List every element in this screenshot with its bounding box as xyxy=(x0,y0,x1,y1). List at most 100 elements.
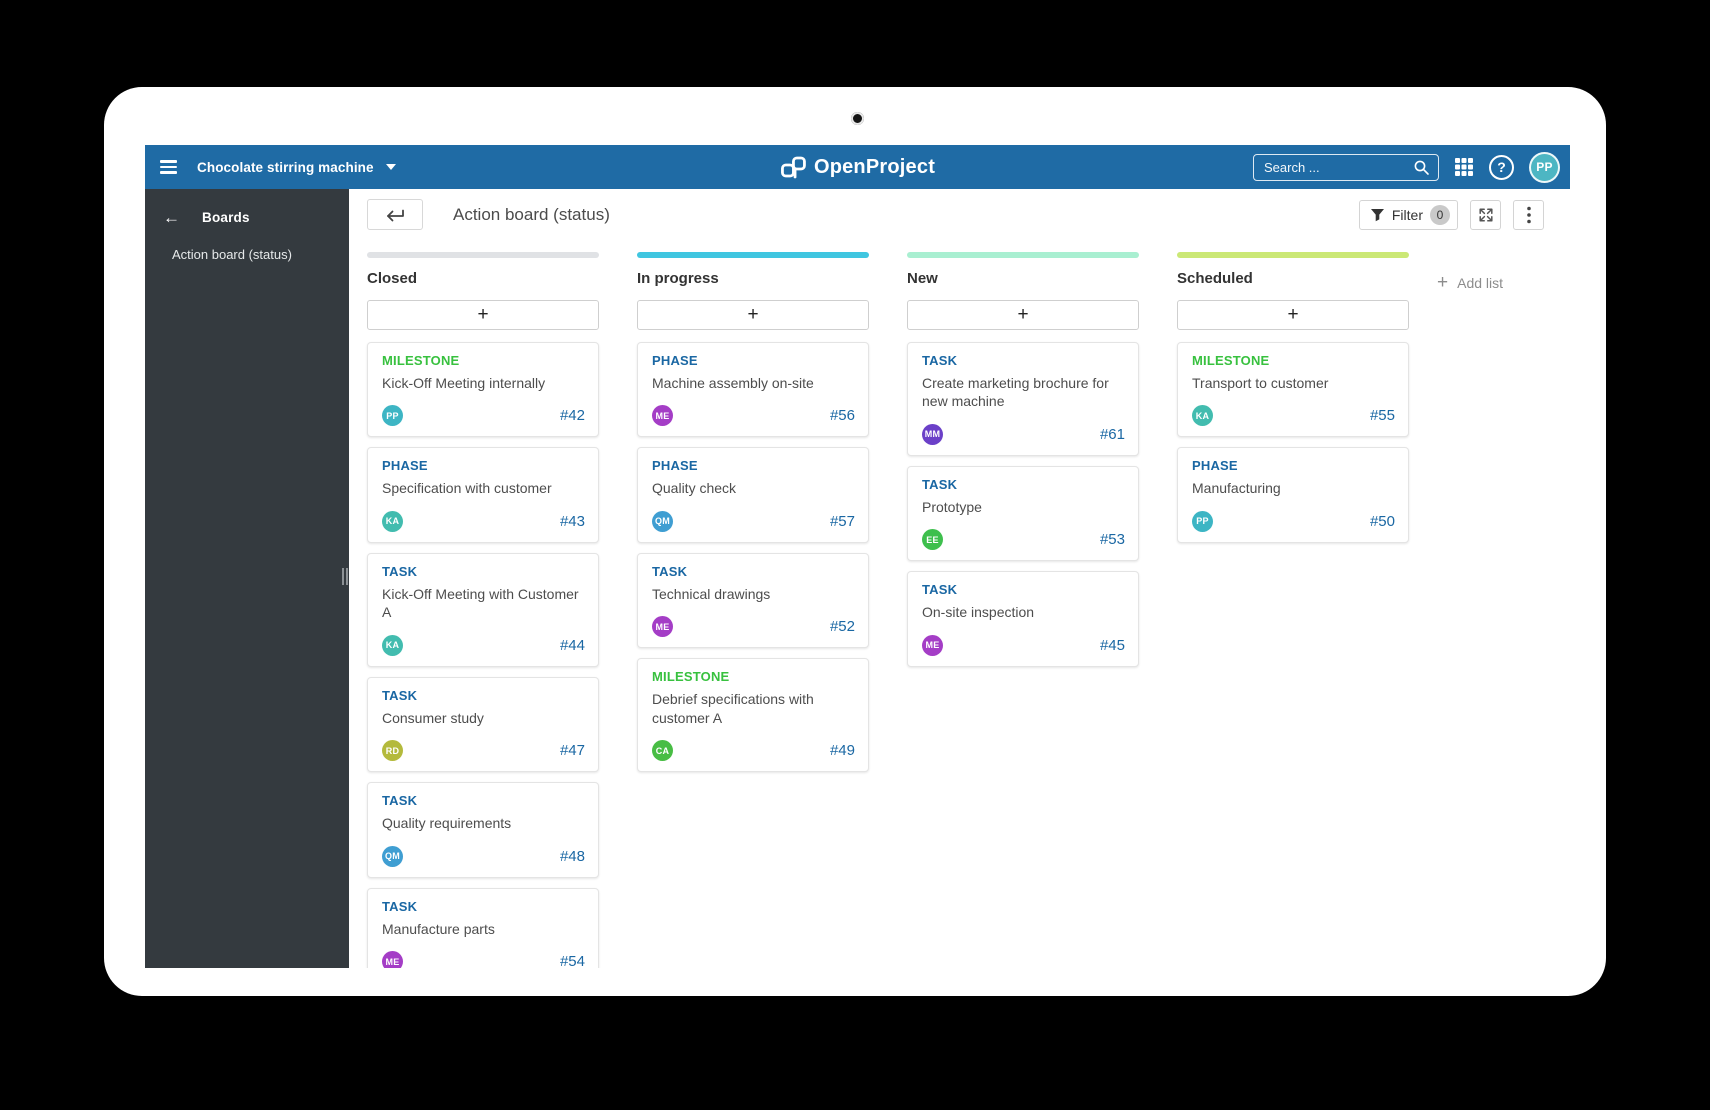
work-package-id[interactable]: #47 xyxy=(560,742,585,759)
work-package-id[interactable]: #61 xyxy=(1100,426,1125,443)
board-menu-button[interactable] xyxy=(1513,199,1544,230)
card-footer: CA #49 xyxy=(652,740,855,762)
page-title: Action board (status) xyxy=(453,204,610,224)
work-package-card[interactable]: TASK Quality requirements QM #48 xyxy=(367,782,599,878)
modules-grid-icon[interactable] xyxy=(1454,157,1474,177)
openproject-logo[interactable]: OpenProject xyxy=(780,145,935,189)
hamburger-menu-icon[interactable] xyxy=(157,152,187,182)
work-package-type: PHASE xyxy=(382,458,428,474)
assignee-avatar[interactable]: PP xyxy=(382,405,403,427)
add-card-button[interactable]: + xyxy=(637,300,869,330)
work-package-title: Specification with customer xyxy=(382,480,552,497)
work-package-id[interactable]: #53 xyxy=(1100,531,1125,548)
search-box[interactable] xyxy=(1253,153,1439,181)
sidebar-back-to-boards[interactable]: ← Boards xyxy=(145,189,349,226)
work-package-type: TASK xyxy=(652,563,688,579)
work-package-card[interactable]: TASK Consumer study RD #47 xyxy=(367,676,599,773)
work-package-id[interactable]: #42 xyxy=(560,407,585,424)
work-package-card[interactable]: MILESTONE Transport to customer KA #55 xyxy=(1177,342,1409,438)
filter-count-badge: 0 xyxy=(1430,204,1450,225)
card-list: TASK Create marketing brochure for new m… xyxy=(907,342,1139,667)
work-package-card[interactable]: TASK On-site inspection ME #45 xyxy=(907,571,1139,667)
assignee-avatar[interactable]: KA xyxy=(382,510,403,532)
search-input[interactable] xyxy=(1264,159,1413,175)
add-card-button[interactable]: + xyxy=(1177,300,1409,330)
assignee-avatar[interactable]: KA xyxy=(382,634,403,656)
work-package-title: Kick-Off Meeting internally xyxy=(382,375,546,391)
assignee-avatar[interactable]: ME xyxy=(922,634,943,656)
work-package-card[interactable]: TASK Create marketing brochure for new m… xyxy=(907,342,1139,456)
main-content: Action board (status) Filter 0 Closed + … xyxy=(349,189,1570,968)
assignee-avatar[interactable]: KA xyxy=(1192,405,1213,427)
board-back-button[interactable] xyxy=(367,199,423,230)
work-package-card[interactable]: MILESTONE Kick-Off Meeting internally PP… xyxy=(367,342,599,438)
work-package-type: MILESTONE xyxy=(652,669,730,685)
work-package-card[interactable]: TASK Kick-Off Meeting with Customer A KA… xyxy=(367,552,599,667)
work-package-id[interactable]: #44 xyxy=(560,637,585,654)
work-package-title: Quality requirements xyxy=(382,815,512,832)
card-footer: ME #52 xyxy=(652,616,855,638)
project-name: Chocolate stirring machine xyxy=(197,159,374,175)
assignee-avatar[interactable]: CA xyxy=(652,740,673,762)
work-package-card[interactable]: PHASE Specification with customer KA #43 xyxy=(367,447,599,543)
work-package-type: MILESTONE xyxy=(382,353,460,368)
assignee-avatar[interactable]: MM xyxy=(922,423,943,445)
assignee-avatar[interactable]: ME xyxy=(652,616,673,638)
work-package-id[interactable]: #50 xyxy=(1370,513,1395,530)
plus-icon: + xyxy=(1437,272,1449,293)
work-package-card[interactable]: TASK Manufacture parts ME #54 xyxy=(367,887,599,968)
work-package-title: Consumer study xyxy=(382,709,484,726)
work-package-id[interactable]: #57 xyxy=(830,513,855,530)
work-package-card[interactable]: PHASE Machine assembly on-site ME #56 xyxy=(637,342,869,438)
add-card-button[interactable]: + xyxy=(907,300,1139,330)
work-package-card[interactable]: TASK Technical drawings ME #52 xyxy=(637,552,869,649)
filter-button[interactable]: Filter 0 xyxy=(1358,199,1458,230)
assignee-avatar[interactable]: RD xyxy=(382,740,403,762)
work-package-title: Machine assembly on-site xyxy=(652,375,814,391)
work-package-type: TASK xyxy=(922,353,958,368)
work-package-card[interactable]: PHASE Manufacturing PP #50 xyxy=(1177,447,1409,543)
search-icon[interactable] xyxy=(1413,159,1430,176)
user-avatar[interactable]: PP xyxy=(1529,151,1560,183)
work-package-id[interactable]: #54 xyxy=(560,953,585,968)
work-package-type: MILESTONE xyxy=(1192,353,1270,368)
assignee-avatar[interactable]: ME xyxy=(382,951,403,968)
sidebar-item-action-board[interactable]: Action board (status) xyxy=(172,247,349,262)
help-icon[interactable]: ? xyxy=(1489,154,1514,180)
work-package-id[interactable]: #45 xyxy=(1100,637,1125,654)
assignee-avatar[interactable]: QM xyxy=(652,510,673,532)
openproject-logo-icon xyxy=(780,156,806,178)
sidebar-resize-handle[interactable] xyxy=(342,568,348,585)
project-selector[interactable]: Chocolate stirring machine xyxy=(197,160,396,175)
add-list-button[interactable]: + Add list xyxy=(1437,273,1503,292)
board-columns: Closed + MILESTONE Kick-Off Meeting inte… xyxy=(367,252,1409,968)
column-color-bar xyxy=(367,252,599,258)
work-package-title: Create marketing brochure for new machin… xyxy=(922,375,1109,410)
work-package-type: PHASE xyxy=(1192,458,1238,474)
add-card-button[interactable]: + xyxy=(367,300,599,330)
assignee-avatar[interactable]: ME xyxy=(652,405,673,427)
work-package-card[interactable]: MILESTONE Debrief specifications with cu… xyxy=(637,658,869,773)
work-package-id[interactable]: #52 xyxy=(830,618,855,635)
board-column: New + TASK Create marketing brochure for… xyxy=(907,252,1139,968)
assignee-avatar[interactable]: QM xyxy=(382,845,403,867)
work-package-id[interactable]: #48 xyxy=(560,848,585,865)
work-package-id[interactable]: #56 xyxy=(830,407,855,424)
assignee-avatar[interactable]: EE xyxy=(922,529,943,551)
card-footer: QM #57 xyxy=(652,510,855,532)
back-arrow-icon: ← xyxy=(163,208,180,227)
work-package-id[interactable]: #43 xyxy=(560,513,585,530)
board-column: Closed + MILESTONE Kick-Off Meeting inte… xyxy=(367,252,599,968)
work-package-type: TASK xyxy=(922,582,958,598)
card-footer: MM #61 xyxy=(922,423,1125,445)
work-package-id[interactable]: #49 xyxy=(830,742,855,759)
work-package-card[interactable]: PHASE Quality check QM #57 xyxy=(637,447,869,543)
kanban-board: Closed + MILESTONE Kick-Off Meeting inte… xyxy=(349,252,1570,968)
card-footer: ME #56 xyxy=(652,405,855,427)
fullscreen-button[interactable] xyxy=(1470,199,1501,230)
work-package-id[interactable]: #55 xyxy=(1370,407,1395,424)
filter-label: Filter xyxy=(1391,206,1423,223)
work-package-card[interactable]: TASK Prototype EE #53 xyxy=(907,465,1139,562)
work-package-title: Prototype xyxy=(922,498,982,515)
assignee-avatar[interactable]: PP xyxy=(1192,510,1213,532)
